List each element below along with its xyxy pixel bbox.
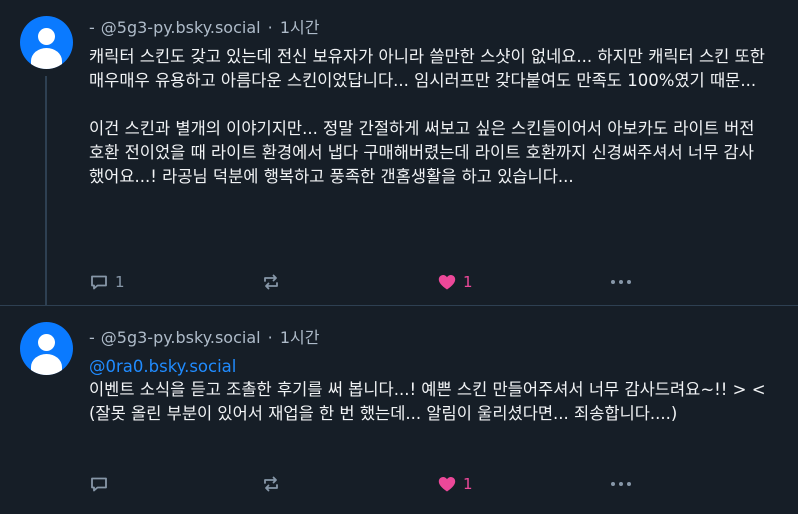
post-item[interactable]: - @5g3-py.bsky.social · 1시간 캐릭터 스킨도 갖고 있는…	[0, 0, 798, 306]
like-count: 1	[463, 273, 473, 291]
speech-bubble-icon	[91, 477, 107, 492]
post-paragraph: 이건 스킨과 별개의 이야기지만... 정말 간절하게 써보고 싶은 스킨들이어…	[89, 119, 755, 186]
avatar[interactable]	[20, 322, 73, 375]
avatar[interactable]	[20, 16, 73, 69]
post-paragraph: 캐릭터 스킨도 갖고 있는데 전신 보유자가 아니라 쓸만한 스샷이 없네요..…	[89, 47, 765, 90]
post-item[interactable]: - @5g3-py.bsky.social · 1시간 @0ra0.bsky.so…	[0, 306, 798, 514]
like-button[interactable]: 1	[437, 270, 473, 294]
repost-arrows-icon	[264, 476, 278, 492]
more-options-button[interactable]	[609, 472, 633, 496]
speech-bubble-icon	[91, 275, 107, 290]
post-text: 캐릭터 스킨도 갖고 있는데 전신 보유자가 아니라 쓸만한 스샷이 없네요..…	[89, 45, 769, 189]
repost-arrows-icon	[264, 274, 278, 290]
ellipsis-icon	[611, 280, 631, 284]
like-button[interactable]: 1	[437, 472, 473, 496]
post-actions: 1	[89, 472, 649, 496]
author-handle[interactable]: @5g3-py.bsky.social	[101, 328, 261, 347]
more-options-button[interactable]	[609, 270, 633, 294]
post-header: - @5g3-py.bsky.social · 1시간	[89, 18, 320, 37]
reply-count: 1	[115, 273, 125, 291]
post-header: - @5g3-py.bsky.social · 1시간	[89, 328, 320, 347]
post-text: 이벤트 소식을 듣고 조촐한 후기를 써 봅니다...! 예쁜 스킨 만들어주셔…	[89, 380, 766, 423]
heart-icon	[438, 477, 456, 492]
ellipsis-icon	[611, 482, 631, 486]
post-time[interactable]: 1시간	[280, 328, 320, 347]
repost-button[interactable]	[261, 472, 287, 496]
mention-link[interactable]: @0ra0.bsky.social	[89, 357, 236, 376]
like-count: 1	[463, 475, 473, 493]
heart-icon	[438, 275, 456, 290]
post-time[interactable]: 1시간	[280, 18, 320, 37]
repost-button[interactable]	[261, 270, 287, 294]
reply-button[interactable]	[89, 472, 115, 496]
author-handle[interactable]: @5g3-py.bsky.social	[101, 18, 261, 37]
post-actions: 1 1	[89, 270, 649, 294]
reply-button[interactable]: 1	[89, 270, 125, 294]
